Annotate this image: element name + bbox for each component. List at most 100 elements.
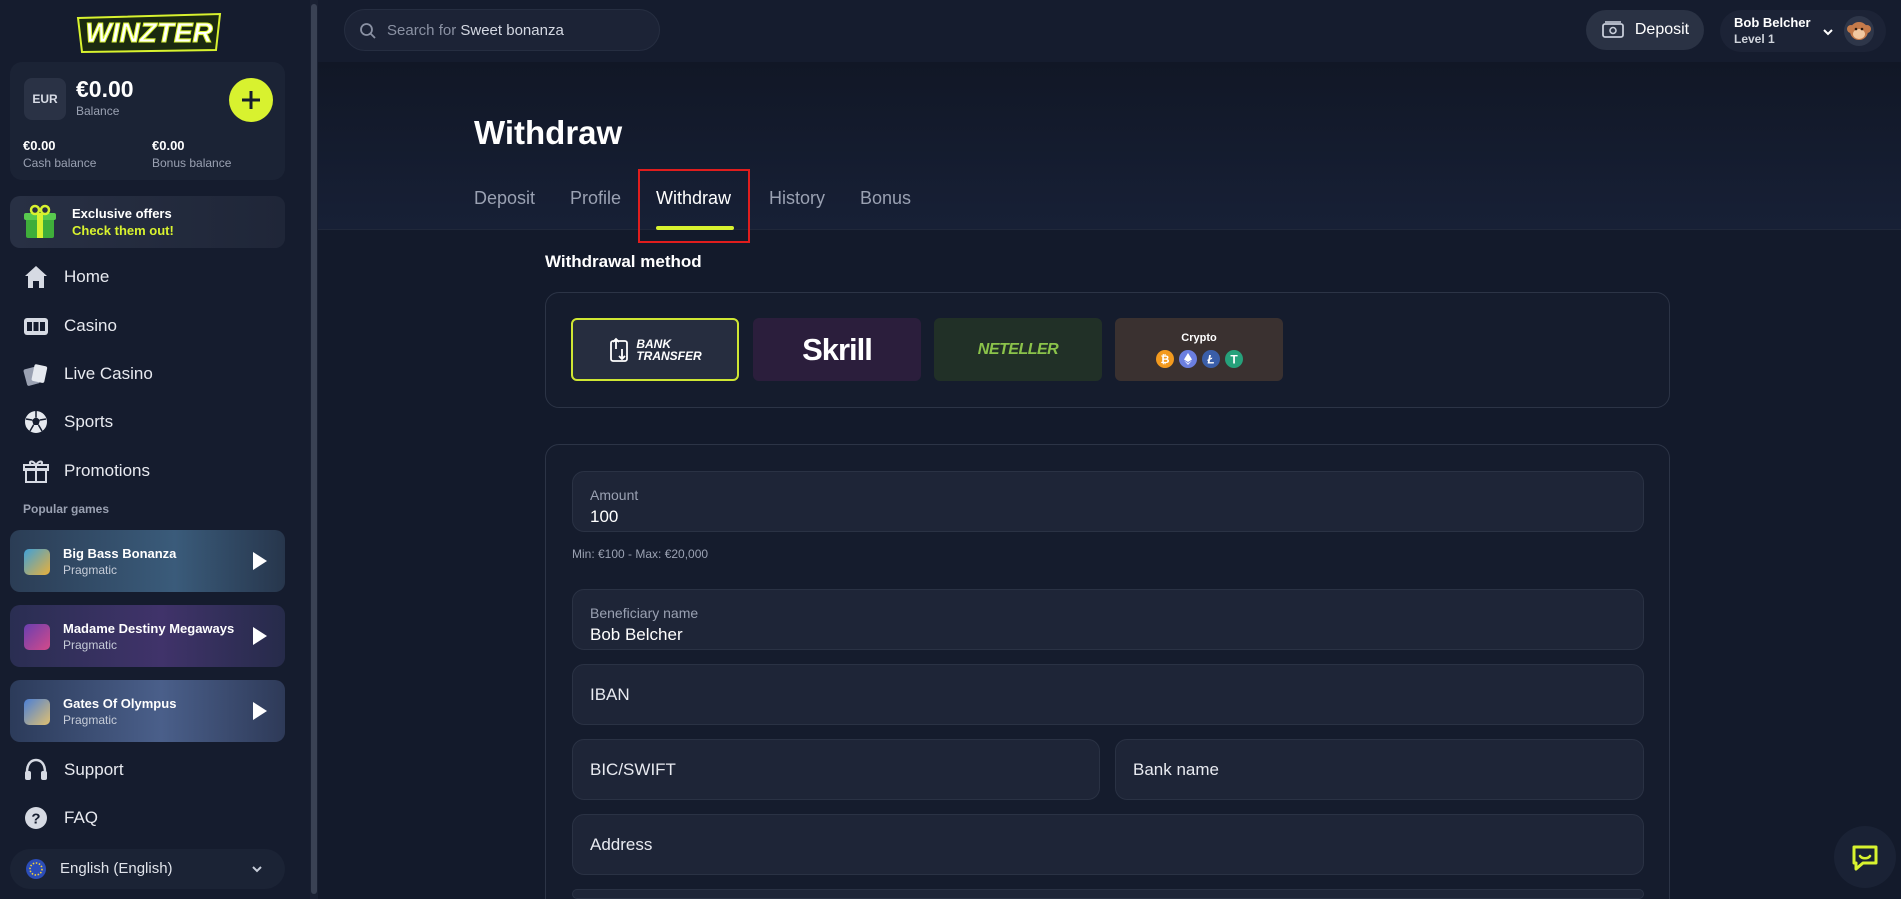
nav-faq-label: FAQ [64,808,99,827]
game-name: Madame Destiny Megaways [63,621,235,636]
chevron-down-icon [1823,29,1833,36]
page-title: Withdraw [474,114,623,151]
bic-swift-field[interactable]: BIC/SWIFT [572,739,1100,800]
nav-promotions[interactable]: Promotions [22,456,150,486]
iban-field[interactable]: IBAN [572,664,1644,725]
user-name: Bob Belcher [1734,15,1811,30]
game-card-gates-of-olympus[interactable]: Gates Of Olympus Pragmatic [10,680,285,742]
nav-casino-label: Casino [64,316,117,335]
plus-icon [242,91,260,109]
gift-box-icon [24,204,56,238]
nav-support[interactable]: Support [22,755,124,785]
bic-swift-placeholder: BIC/SWIFT [590,760,676,779]
bonus-balance-label: Bonus balance [152,156,232,170]
nav-faq[interactable]: ? FAQ [22,803,98,833]
amount-field[interactable]: Amount 100 [572,471,1644,532]
slot-machine-icon [24,318,48,335]
search-input[interactable]: Search for Sweet bonanza [344,9,660,51]
game-card-madame-destiny-megaways[interactable]: Madame Destiny Megaways Pragmatic [10,605,285,667]
user-level: Level 1 [1734,32,1775,46]
next-field-partial[interactable] [572,889,1644,899]
user-menu[interactable]: Bob Belcher Level 1 [1720,10,1886,52]
highlight-annotation [638,169,750,243]
tab-profile[interactable]: Profile [570,188,621,209]
language-selector[interactable]: English (English) [10,849,285,889]
language-label: English (English) [60,860,173,877]
bonus-balance-value: €0.00 [152,138,185,153]
winzter-logo[interactable]: WINZTER [74,10,224,56]
iban-placeholder: IBAN [590,685,630,704]
search-placeholder: Search for Sweet bonanza [387,22,564,39]
bank-transfer-icon [610,337,629,362]
monkey-avatar-icon [1847,22,1871,40]
address-field[interactable]: Address [572,814,1644,875]
home-icon [25,266,47,288]
sidebar: WINZTER EUR €0.00 Balance €0.00 Cash bal… [0,0,310,899]
soccer-ball-icon [25,411,47,433]
amount-value[interactable]: 100 [590,507,618,527]
game-name: Gates Of Olympus [63,696,177,711]
tab-bonus[interactable]: Bonus [860,188,911,209]
bank-name-field[interactable]: Bank name [1115,739,1644,800]
nav-home[interactable]: Home [22,262,109,292]
game-thumbnail [24,549,50,575]
ethereum-icon [1178,349,1197,368]
chat-bubble-icon [1852,845,1878,871]
wallet-icon [1601,21,1624,38]
bitcoin-icon: ₿ [1155,349,1174,368]
nav-sports[interactable]: Sports [22,407,113,437]
play-icon[interactable] [253,702,267,720]
bank-transfer-line2: TRANSFER [636,348,702,363]
amount-limits-hint: Min: €100 - Max: €20,000 [572,547,709,561]
play-icon[interactable] [253,552,267,570]
deposit-button[interactable]: Deposit [1586,10,1704,50]
nav-home-label: Home [64,267,110,286]
cards-icon [23,364,48,386]
svg-text:Ł: Ł [1206,352,1214,366]
beneficiary-value[interactable]: Bob Belcher [590,625,683,645]
game-card-big-bass-bonanza[interactable]: Big Bass Bonanza Pragmatic [10,530,285,592]
tab-deposit[interactable]: Deposit [474,188,535,209]
tab-history[interactable]: History [769,188,825,209]
cash-balance-value: €0.00 [23,138,56,153]
game-thumbnail [24,624,50,650]
headset-icon [25,758,47,780]
avatar [1844,16,1874,46]
live-chat-button[interactable] [1834,826,1896,888]
bank-transfer-line1: BANK [636,336,671,351]
top-bar: Search for Sweet bonanza Deposit Bob Bel… [318,0,1901,62]
nav-live-casino-label: Live Casino [64,364,153,383]
gift-icon [23,460,49,483]
add-funds-button[interactable] [229,78,273,122]
chevron-down-icon [252,866,262,873]
nav-casino[interactable]: Casino [22,311,117,341]
beneficiary-name-field[interactable]: Beneficiary name Bob Belcher [572,589,1644,650]
nav-sports-label: Sports [64,412,114,431]
amount-label: Amount [590,487,639,503]
neteller-logo-text: NETELLER [977,340,1059,358]
svg-text:?: ? [31,811,40,828]
tether-icon: T [1224,349,1243,368]
crypto-label: Crypto [1181,331,1217,344]
offers-title: Exclusive offers [72,206,172,221]
svg-text:WINZTER: WINZTER [85,17,213,48]
beneficiary-label: Beneficiary name [590,605,699,621]
litecoin-icon: Ł [1201,349,1220,368]
sidebar-scrollbar[interactable] [310,0,318,899]
play-icon[interactable] [253,627,267,645]
nav-live-casino[interactable]: Live Casino [22,359,153,389]
method-neteller[interactable]: NETELLER [934,318,1102,381]
balance-card: EUR €0.00 Balance €0.00 Cash balance €0.… [10,62,285,180]
balance-label: Balance [76,104,120,118]
nav-support-label: Support [64,760,124,779]
skrill-logo-text: Skrill [802,331,873,367]
exclusive-offers-banner[interactable]: Exclusive offers Check them out! [10,196,285,248]
eu-flag-icon [26,859,46,879]
question-mark-icon: ? [25,807,47,829]
deposit-button-label: Deposit [1634,21,1690,38]
method-crypto[interactable]: Crypto ₿ Ł T [1115,318,1283,381]
method-skrill[interactable]: Skrill [753,318,921,381]
svg-text:T: T [1230,352,1238,366]
method-bank-transfer[interactable]: BANK TRANSFER [571,318,739,381]
currency-badge[interactable]: EUR [24,78,66,120]
